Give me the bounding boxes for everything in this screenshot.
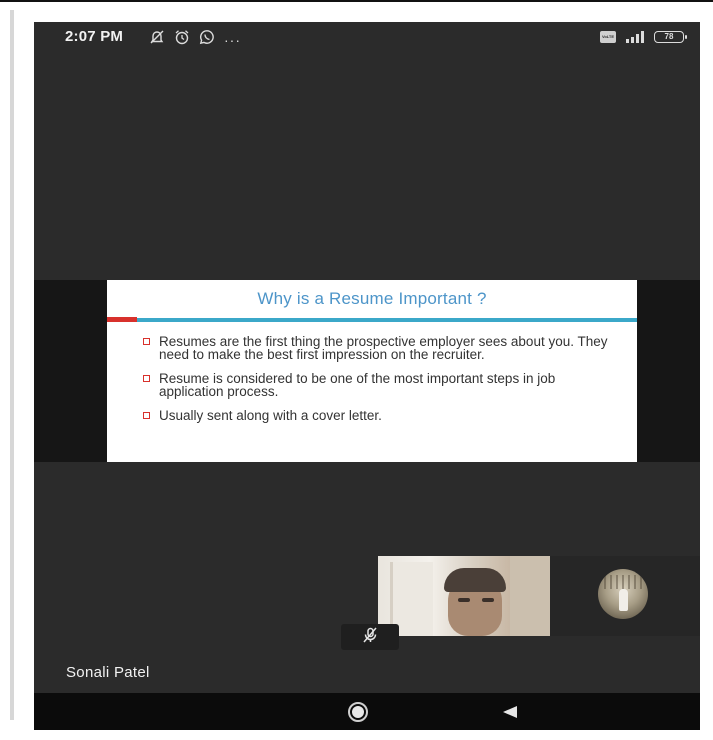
status-icons-left: ··· [149, 29, 241, 50]
whatsapp-icon [199, 29, 215, 50]
self-view-tile[interactable] [550, 556, 700, 636]
slide-bullet: Usually sent along with a cover letter. [143, 409, 623, 422]
back-button[interactable] [502, 705, 518, 724]
bullet-marker-icon [143, 412, 150, 419]
notifications-off-icon [149, 29, 165, 50]
slide-bullet: Resumes are the first thing the prospect… [143, 335, 623, 361]
status-bar: 2:07 PM ··· VoLTE 78 [34, 22, 700, 56]
battery-icon: 78 [654, 30, 687, 43]
participant-video-tile[interactable] [378, 556, 550, 636]
participant-brow [458, 598, 470, 602]
battery-level: 78 [664, 31, 674, 41]
slide-divider [137, 318, 637, 322]
status-time: 2:07 PM [65, 28, 124, 45]
slide-bullet-text: Resume is considered to be one of the mo… [159, 371, 556, 399]
home-button[interactable] [348, 702, 368, 722]
avatar-pattern [604, 575, 642, 589]
participant-brow [482, 598, 494, 602]
top-rule [0, 0, 713, 2]
video-background-wall [510, 556, 550, 636]
slide-bullet-text: Resumes are the first thing the prospect… [159, 334, 608, 362]
home-icon [352, 706, 364, 718]
volte-icon: VoLTE [600, 30, 616, 43]
presentation-slide: Why is a Resume Important ? Resumes are … [107, 280, 637, 462]
slide-title: Why is a Resume Important ? [257, 289, 487, 308]
screen-share-area[interactable]: Why is a Resume Important ? Resumes are … [34, 280, 700, 462]
status-icons-right: VoLTE 78 [600, 30, 687, 43]
avatar-figure [619, 589, 628, 611]
slide-bullet-list: Resumes are the first thing the prospect… [143, 335, 623, 433]
bullet-marker-icon [143, 338, 150, 345]
slide-bullet: Resume is considered to be one of the mo… [143, 372, 623, 398]
mic-off-icon [361, 626, 379, 649]
mic-off-button[interactable] [341, 624, 399, 650]
signal-icon [626, 30, 644, 43]
page-side-bar [10, 10, 14, 720]
back-icon [502, 706, 518, 723]
participant-hair [444, 568, 506, 592]
bullet-marker-icon [143, 375, 150, 382]
alarm-icon [174, 29, 190, 50]
slide-bullet-text: Usually sent along with a cover letter. [159, 408, 382, 423]
phone-screen: 2:07 PM ··· VoLTE 78 Why is a Resume Imp… [34, 22, 700, 730]
slide-accent-bar [107, 317, 137, 322]
more-notifications-indicator: ··· [224, 31, 241, 48]
navigation-bar [34, 693, 700, 730]
avatar [598, 569, 648, 619]
participant-name-label: Sonali Patel [66, 664, 150, 681]
